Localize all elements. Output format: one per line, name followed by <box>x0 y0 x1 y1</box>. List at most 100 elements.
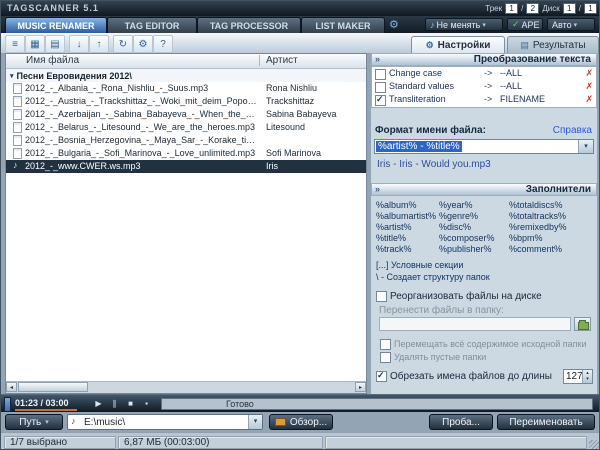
file-row[interactable]: 2012_-_Bosnia_Herzegovina_-_Maya_Sar_-_K… <box>6 134 366 147</box>
placeholder-token[interactable]: %album% <box>376 200 436 211</box>
scroll-left-icon[interactable]: ◂ <box>6 382 17 392</box>
placeholder-token[interactable]: %track% <box>376 244 436 255</box>
file-row[interactable]: 2012_-_Albania_-_Rona_Nishliu_-_Suus.mp3… <box>6 82 366 95</box>
view-details-button[interactable]: ▤ <box>45 35 65 53</box>
remove-icon[interactable]: ✗ <box>585 80 593 93</box>
list-icon: ≡ <box>12 39 18 50</box>
tab-tag-processor-label: TAG PROCESSOR <box>210 21 288 31</box>
tagscanner-window: TAGSCANNER 5.1 Трек 1 / 2 Диск 1 / 1 MUS… <box>0 0 600 450</box>
folder-row[interactable]: ▾ Песни Евровидения 2012\ <box>6 69 366 82</box>
format-input[interactable]: %artist% - %title% ▾ <box>374 139 594 154</box>
tab-results[interactable]: ▤ Результаты <box>507 36 599 54</box>
browse-button[interactable]: Обзор... <box>269 414 333 430</box>
placeholder-token[interactable]: %disc% <box>439 222 495 233</box>
expand-icon[interactable]: ▾ <box>10 72 14 80</box>
view-list-button[interactable]: ≡ <box>5 35 25 53</box>
rename-button[interactable]: Переименовать <box>497 414 595 430</box>
transform-row[interactable]: Standard values -> --ALL ✗ <box>372 80 596 93</box>
scroll-right-icon[interactable]: ▸ <box>355 382 366 392</box>
move-up-button[interactable]: ↑ <box>89 35 109 53</box>
file-row-selected[interactable]: ♪ 2012_-_www.CWER.ws.mp3 Iris <box>6 160 366 173</box>
placeholder-token[interactable]: %albumartist% <box>376 211 436 222</box>
play-icon[interactable]: ▶ <box>91 397 106 411</box>
disc-number-input[interactable]: 1 <box>563 3 576 14</box>
stop-icon[interactable]: ■ <box>123 397 138 411</box>
file-row[interactable]: 2012_-_Austria_-_Trackshittaz_-_Woki_mit… <box>6 95 366 108</box>
browse-folder-button[interactable] <box>574 317 591 331</box>
remove-icon[interactable]: ✗ <box>585 67 593 80</box>
transform-checkbox[interactable] <box>375 69 386 80</box>
refresh-button[interactable]: ↻ <box>113 35 133 53</box>
record-icon[interactable]: ▪ <box>139 397 154 411</box>
reorganize-checkbox-row[interactable]: Реорганизовать файлы на диске <box>376 291 592 303</box>
path-input[interactable]: ♪ E:\music\ ▾ <box>67 414 263 430</box>
details-icon: ▤ <box>50 39 59 50</box>
trim-length-stepper[interactable]: 127 ▴ ▾ <box>563 369 593 384</box>
trim-checkbox[interactable] <box>376 371 387 382</box>
tab-settings[interactable]: ⚙ Настройки <box>411 36 505 54</box>
transform-checkbox[interactable] <box>375 95 386 106</box>
options-button[interactable]: ⚙ <box>133 35 153 53</box>
delete-empty-checkbox[interactable] <box>380 352 391 363</box>
delete-empty-checkbox-row[interactable]: Удалять пустые папки <box>376 352 592 364</box>
view-grid-button[interactable]: ▦ <box>25 35 45 53</box>
track-total-input[interactable]: 2 <box>526 3 539 14</box>
placeholder-token[interactable]: %year% <box>439 200 495 211</box>
tab-music-renamer[interactable]: MUSIC RENAMER <box>5 17 107 33</box>
tab-tag-editor[interactable]: TAG EDITOR <box>107 17 197 33</box>
transform-row[interactable]: Transliteration -> FILENAME ✗ <box>372 93 596 106</box>
move-down-button[interactable]: ↓ <box>69 35 89 53</box>
file-row[interactable]: 2012_-_Belarus_-_Litesound_-_We_are_the_… <box>6 121 366 134</box>
player-grip[interactable] <box>4 397 11 412</box>
tab-list-maker[interactable]: LIST MAKER <box>301 17 385 33</box>
placeholder-token[interactable]: %remixedby% <box>509 222 567 233</box>
trim-checkbox-row[interactable]: Обрезать имена файлов до длины <box>376 371 556 383</box>
placeholder-token[interactable]: %artist% <box>376 222 436 233</box>
placeholder-token[interactable]: %composer% <box>439 233 495 244</box>
trim-label: Обрезать имена файлов до длины <box>390 371 552 382</box>
file-row[interactable]: 2012_-_Bulgaria_-_Sofi_Marinova_-_Love_u… <box>6 147 366 160</box>
ape-toggle[interactable]: ✓ APE <box>507 18 543 31</box>
placeholder-token[interactable]: %bpm% <box>509 233 567 244</box>
help-button[interactable]: ? <box>153 35 173 53</box>
move-to-input[interactable] <box>379 317 571 331</box>
pause-icon[interactable]: ∥ <box>107 397 122 411</box>
tab-tag-processor[interactable]: TAG PROCESSOR <box>197 17 301 33</box>
column-artist[interactable]: Артист <box>266 55 298 66</box>
placeholder-token[interactable]: %publisher% <box>439 244 495 255</box>
combo-dropdown-icon[interactable]: ▾ <box>248 415 262 429</box>
disc-total-input[interactable]: 1 <box>584 3 597 14</box>
placeholder-token[interactable]: %comment% <box>509 244 567 255</box>
resize-grip[interactable] <box>589 440 600 450</box>
case-mode-dropdown[interactable]: ♪ Не менять ▾ <box>425 18 503 31</box>
remove-icon[interactable]: ✗ <box>585 93 593 106</box>
path-dropdown-button[interactable]: Путь ▾ <box>5 414 63 430</box>
transform-label: Change case <box>389 67 442 80</box>
move-all-checkbox-row[interactable]: Перемещать всё содержимое исходной папки <box>376 339 592 351</box>
placeholder-token[interactable]: %totaltracks% <box>509 211 567 222</box>
scrollbar-thumb[interactable] <box>18 382 88 392</box>
reorganize-checkbox[interactable] <box>376 291 387 302</box>
track-number-input[interactable]: 1 <box>505 3 518 14</box>
file-icon <box>13 96 22 107</box>
transform-checkbox[interactable] <box>375 82 386 93</box>
placeholder-token[interactable]: %genre% <box>439 211 495 222</box>
gear-icon: ⚙ <box>139 39 148 50</box>
preview-button[interactable]: Проба... <box>429 414 493 430</box>
help-link[interactable]: Справка <box>553 125 592 136</box>
placeholder-token[interactable]: %title% <box>376 233 436 244</box>
column-divider[interactable] <box>259 55 260 66</box>
settings-gear-icon[interactable]: ⚙ <box>389 18 399 31</box>
horizontal-scrollbar[interactable]: ◂ ▸ <box>6 381 366 393</box>
auto-dropdown[interactable]: Авто ▾ <box>547 18 595 31</box>
combo-dropdown-icon[interactable]: ▾ <box>578 140 593 153</box>
file-artist: Iris <box>266 160 278 173</box>
playback-progress[interactable] <box>15 409 77 411</box>
stepper-buttons[interactable]: ▴ ▾ <box>582 370 592 383</box>
transform-row[interactable]: Change case -> --ALL ✗ <box>372 67 596 80</box>
placeholder-token[interactable]: %totaldiscs% <box>509 200 567 211</box>
column-filename[interactable]: Имя файла <box>26 55 79 66</box>
spin-down-icon[interactable]: ▾ <box>583 376 592 382</box>
move-all-checkbox[interactable] <box>380 339 391 350</box>
file-row[interactable]: 2012_-_Azerbaijan_-_Sabina_Babayeva_-_Wh… <box>6 108 366 121</box>
